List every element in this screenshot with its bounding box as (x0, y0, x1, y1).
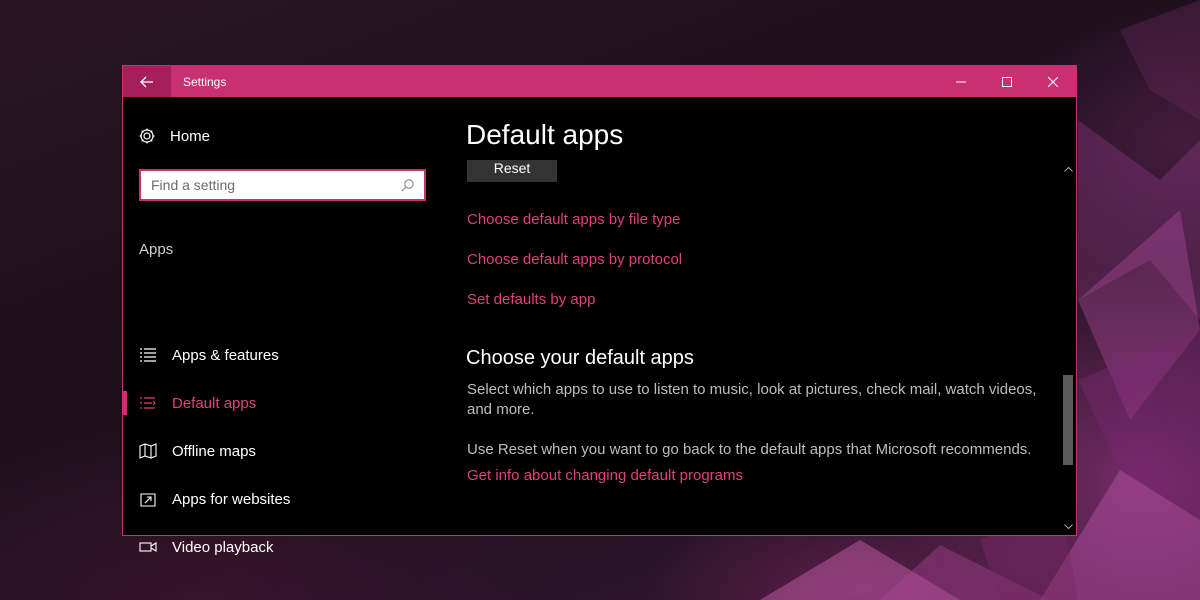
search-box (139, 169, 426, 201)
maximize-icon (1002, 76, 1012, 87)
scroll-down-button[interactable] (1060, 519, 1076, 535)
chevron-up-icon (1063, 166, 1073, 172)
sidebar-item-apps-features[interactable]: Apps & features (123, 335, 443, 375)
sidebar-item-offline-maps[interactable]: Offline maps (123, 431, 443, 471)
link-set-defaults-by-app[interactable]: Set defaults by app (467, 291, 595, 308)
title-bar: Settings (123, 66, 1076, 97)
reset-note: Use Reset when you want to go back to th… (467, 441, 1032, 458)
home-nav[interactable]: Home (138, 127, 210, 145)
search-icon[interactable] (401, 178, 415, 192)
gear-icon (139, 128, 155, 144)
minimize-icon (956, 81, 966, 82)
sidebar-item-default-apps[interactable]: Default apps (123, 383, 443, 423)
window-title: Settings (183, 74, 227, 89)
link-protocol[interactable]: Choose default apps by protocol (467, 251, 682, 268)
search-input[interactable] (141, 172, 401, 198)
default-apps-icon (140, 397, 156, 409)
sidebar-item-video-playback[interactable]: Video playback (123, 527, 443, 567)
sidebar-item-label: Apps for websites (172, 490, 291, 508)
link-file-type[interactable]: Choose default apps by file type (467, 211, 680, 228)
section-description: Select which apps to use to listen to mu… (467, 381, 1037, 418)
main-content: Default apps Reset Choose default apps b… (443, 97, 1076, 535)
minimize-button[interactable] (938, 66, 984, 97)
list-icon (140, 348, 156, 362)
video-icon (139, 542, 157, 552)
maximize-button[interactable] (984, 66, 1030, 97)
active-indicator (123, 391, 127, 415)
home-label: Home (170, 127, 211, 145)
chevron-down-icon (1063, 524, 1073, 530)
close-button[interactable] (1030, 66, 1076, 97)
scroll-up-button[interactable] (1060, 161, 1076, 177)
map-icon (139, 443, 157, 459)
reset-button[interactable]: Reset (467, 160, 557, 182)
back-arrow-icon (140, 76, 153, 87)
sidebar-item-label: Apps & features (172, 346, 279, 364)
scroll-thumb[interactable] (1063, 375, 1073, 465)
back-button[interactable] (123, 66, 171, 97)
window-controls (938, 66, 1076, 97)
sidebar-item-label: Video playback (172, 538, 274, 556)
sidebar-item-label: Offline maps (172, 442, 256, 460)
open-external-icon (140, 493, 156, 507)
sidebar: Home Apps Apps & features Default apps (123, 97, 443, 556)
section-label-apps: Apps (139, 241, 174, 258)
scrollbar[interactable] (1060, 161, 1076, 535)
close-icon (1048, 76, 1058, 87)
section-heading: Choose your default apps (466, 347, 694, 369)
page-title: Default apps (466, 119, 624, 150)
link-info-default-programs[interactable]: Get info about changing default programs (467, 467, 743, 484)
sidebar-item-label: Default apps (172, 394, 257, 412)
sidebar-item-apps-for-websites[interactable]: Apps for websites (123, 479, 443, 519)
settings-window: Settings Home Find a setting Apps Apps &… (122, 65, 1077, 556)
